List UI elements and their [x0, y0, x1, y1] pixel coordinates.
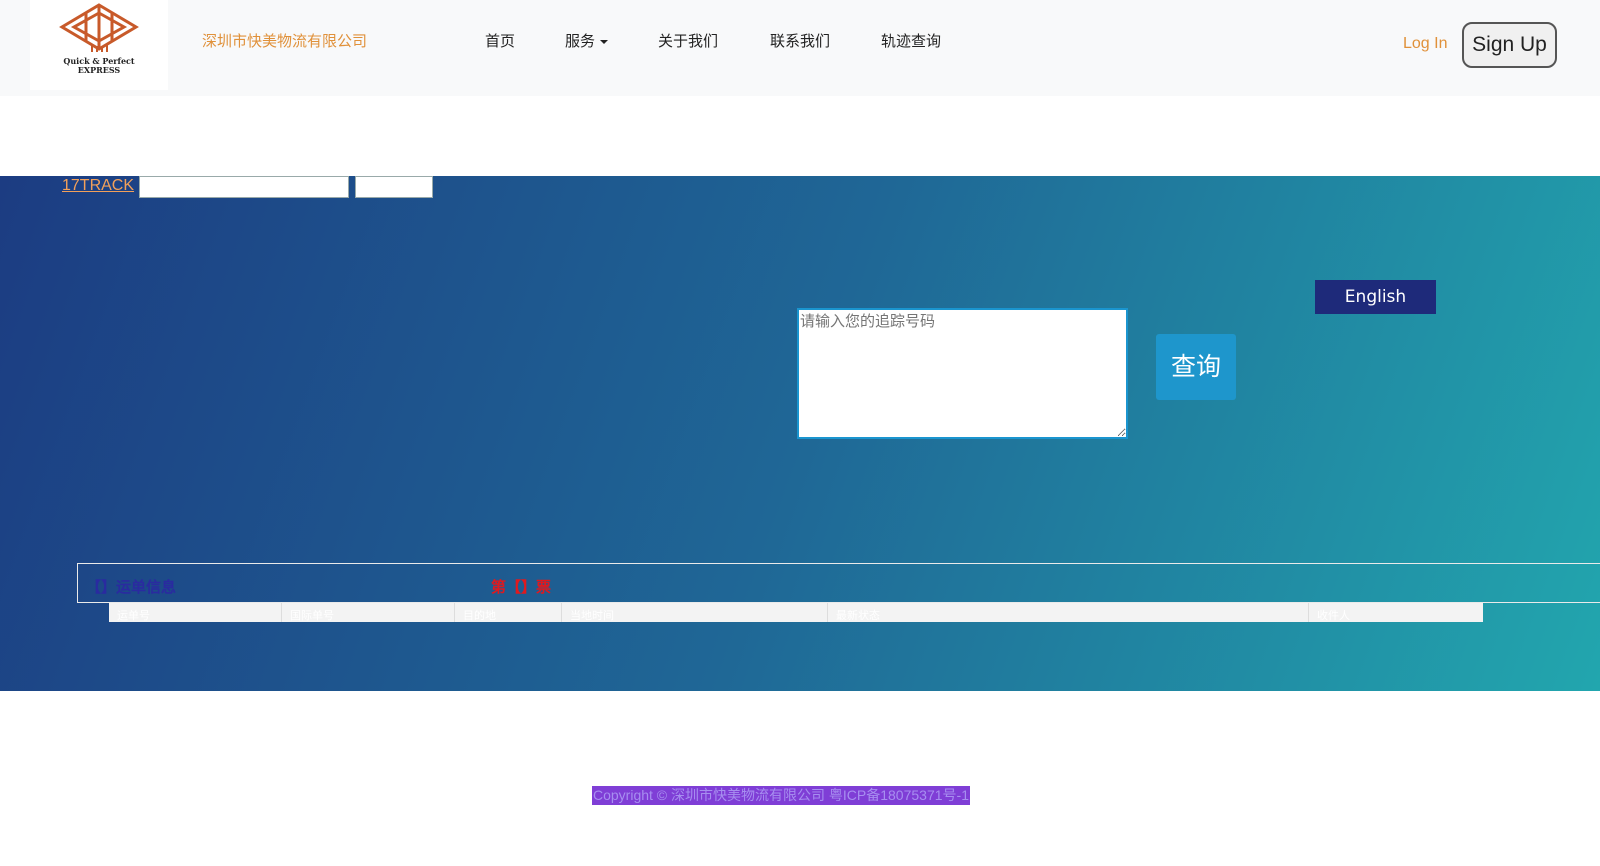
company-name[interactable]: 深圳市快美物流有限公司	[202, 30, 367, 51]
column-header-local-time: 当地时间	[562, 603, 828, 622]
caret-down-icon	[600, 39, 609, 44]
nav-tracking-label: 轨迹查询	[881, 32, 942, 50]
site-header: Quick & Perfect EXPRESS 深圳市快美物流有限公司 首页 服…	[0, 0, 1600, 96]
nav-services-label: 服务	[565, 32, 596, 50]
logo-text-line2: EXPRESS	[77, 65, 121, 75]
waybill-info-title: 【】运单信息	[86, 578, 177, 596]
tracking-number-input[interactable]	[797, 308, 1128, 439]
nav-about[interactable]: 关于我们	[658, 30, 718, 51]
nav-contact[interactable]: 联系我们	[770, 30, 830, 51]
17track-link[interactable]: 17TRACK	[62, 177, 134, 195]
waybill-count-text: 第【】票	[491, 578, 552, 596]
nav-home[interactable]: 首页	[485, 30, 515, 51]
nav-contact-label: 联系我们	[770, 32, 831, 50]
waybill-info-bar: 【】运单信息 第【】票	[77, 563, 1600, 603]
column-header-recipient: 收件人	[1317, 609, 1350, 622]
column-header-intl-number: 国际单号	[282, 603, 455, 622]
english-language-button[interactable]: English	[1315, 280, 1436, 314]
nav-services[interactable]: 服务	[565, 30, 609, 51]
column-header-status: 最新状态	[828, 603, 1309, 622]
tracking-hero: 17TRACK English 查询 【】运单信息 第【】票 运单号 国际单号 …	[0, 176, 1600, 691]
column-header-waybill: 运单号	[109, 603, 282, 622]
footer-copyright: Copyright © 深圳市快美物流有限公司 粤ICP备18075371号-1	[592, 786, 970, 805]
logo-mark-icon	[59, 3, 139, 52]
17track-submit[interactable]	[355, 176, 433, 198]
nav-home-label: 首页	[485, 32, 516, 50]
login-link[interactable]: Log In	[1403, 35, 1447, 53]
column-header-destination: 目的地	[455, 603, 562, 622]
signup-button[interactable]: Sign Up	[1462, 22, 1557, 68]
company-logo[interactable]: Quick & Perfect EXPRESS	[30, 0, 168, 90]
waybill-table-header: 运单号 国际单号 目的地 当地时间 最新状态 收件人	[109, 603, 1483, 622]
nav-tracking[interactable]: 轨迹查询	[881, 30, 941, 51]
query-button[interactable]: 查询	[1156, 334, 1236, 400]
nav-about-label: 关于我们	[658, 32, 719, 50]
17track-input[interactable]	[139, 176, 349, 198]
